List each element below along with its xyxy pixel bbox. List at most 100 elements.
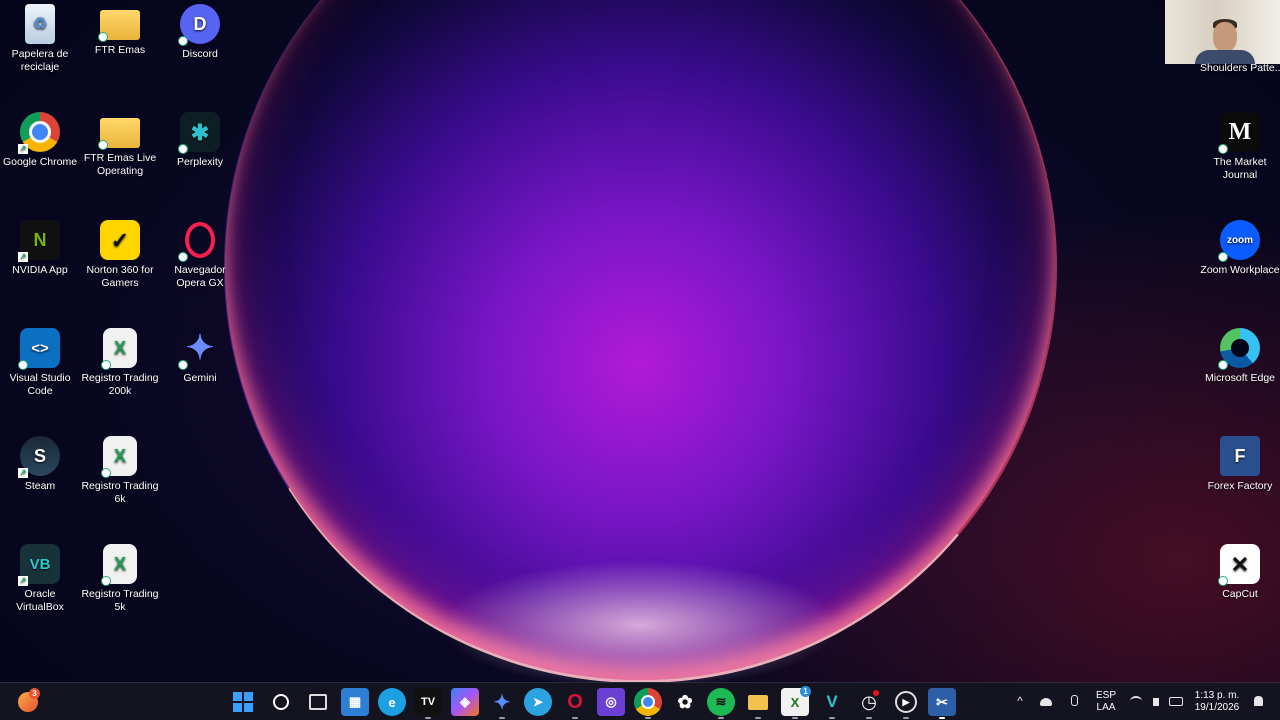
keyboard-layout: LAA <box>1096 702 1116 713</box>
spotify-glyph: ≋ <box>715 694 727 709</box>
desktop-icon-label: Perplexity <box>176 156 224 168</box>
tradingview-icon[interactable]: TV <box>414 688 442 719</box>
desktop-icon-ftr-emas[interactable]: FTR Emas <box>80 4 160 57</box>
search-icon <box>273 694 289 710</box>
notifications-bell-icon[interactable] <box>1250 694 1266 709</box>
desktop-icon-label: Gemini <box>183 372 217 384</box>
recycle-bin-icon: ♻ <box>25 4 55 44</box>
taskbar-excel-icon[interactable]: X 1 <box>781 686 811 719</box>
telegram-glyph: ➤ <box>532 695 544 709</box>
show-hidden-icons-chevron[interactable]: ^ <box>1012 694 1028 708</box>
language-code: ESP <box>1095 690 1116 701</box>
desktop-icon-registro-trading-6k[interactable]: X Registro Trading 6k <box>80 436 160 506</box>
windows-start-button[interactable] <box>229 688 257 716</box>
task-view-button[interactable] <box>304 688 332 716</box>
nvidia-icon: N ↗ <box>18 220 60 262</box>
tradingview-glyph: TV <box>420 696 436 708</box>
excel-file-icon: X <box>101 436 137 478</box>
copilot-glyph: ◈ <box>460 694 470 709</box>
gemini-icon: ✦ <box>178 328 220 370</box>
forex-factory-icon: F <box>1220 436 1260 476</box>
vscode-icon: <> <box>18 328 60 370</box>
desktop-icon-label: Visual Studio Code <box>9 372 71 397</box>
clock-app-icon[interactable]: ◷ <box>855 688 883 719</box>
desktop-icon-perplexity[interactable]: ✱ Perplexity <box>160 112 240 169</box>
desktop-icon-ftr-emas-live-operating[interactable]: FTR Emas Live Operating <box>80 112 160 178</box>
desktop-icon-the-market-journal[interactable]: M The Market Journal <box>1200 112 1280 182</box>
desktop-icon-label: Zoom Workplace <box>1200 264 1280 276</box>
capcut-icon: ✕ <box>1218 544 1260 586</box>
desktop-icon-visual-studio-code[interactable]: <> Visual Studio Code <box>0 328 80 398</box>
snipping-tool-icon[interactable]: ✂ <box>928 688 956 719</box>
volume-icon[interactable] <box>1148 694 1164 709</box>
battery-icon[interactable] <box>1168 694 1184 709</box>
desktop-icon-label: Navegador Opera GX <box>174 264 226 289</box>
folder-glyph <box>748 694 768 710</box>
taskbar-chrome-icon[interactable] <box>634 688 662 719</box>
desktop-icon-label: Discord <box>182 48 218 60</box>
desktop-icon-label: The Market Journal <box>1213 156 1267 181</box>
folder-icon <box>98 118 140 150</box>
desktop-icon-forex-factory[interactable]: F Forex Factory <box>1200 436 1280 493</box>
taskbar-gemini-icon[interactable]: ✦ <box>488 688 516 719</box>
edge-icon <box>1218 328 1260 370</box>
play-glyph: ▶ <box>902 696 910 707</box>
media-player-icon[interactable]: ▶ <box>892 688 920 719</box>
folder-icon <box>98 10 140 42</box>
desktop-icon-registro-trading-200k[interactable]: X Registro Trading 200k <box>80 328 160 398</box>
desktop-icon-discord[interactable]: D Discord <box>160 4 240 61</box>
telegram-icon[interactable]: ➤ <box>524 688 552 716</box>
desktop-icon-label: Registro Trading 5k <box>81 588 159 613</box>
desktop-icon-registro-trading-5k[interactable]: X Registro Trading 5k <box>80 544 160 614</box>
gemini-glyph: ✦ <box>493 691 511 714</box>
chatgpt-glyph: ✿ <box>677 691 693 712</box>
media-player-circle: ▶ <box>895 691 917 713</box>
spotify-icon[interactable]: ≋ <box>707 688 735 719</box>
wifi-icon[interactable] <box>1128 694 1144 709</box>
file-explorer-icon[interactable] <box>744 688 772 719</box>
desktop-icon-label: Forex Factory <box>1207 480 1273 492</box>
taskbar-opera-gx-icon[interactable]: O <box>561 688 589 719</box>
desktop-icon-opera-gx[interactable]: Navegador Opera GX <box>160 220 240 290</box>
microsoft-store-icon[interactable]: ▦ <box>341 688 369 716</box>
wallpaper-glow <box>440 560 840 682</box>
photo-app-icon[interactable]: ◎ <box>597 688 625 716</box>
desktop-icon-label: FTR Emas Live Operating <box>83 152 157 177</box>
taskbar-edge-icon[interactable]: e <box>378 688 406 716</box>
windows-start-icon <box>233 692 253 712</box>
desktop-icon-recycle-bin[interactable]: ♻ Papelera de reciclaje <box>0 4 80 74</box>
desktop-icon-microsoft-edge[interactable]: Microsoft Edge <box>1200 328 1280 385</box>
wifi-glyph <box>1130 696 1142 706</box>
task-view-icon <box>309 694 327 710</box>
desktop-icon-label: Microsoft Edge <box>1204 372 1276 384</box>
clock[interactable]: 1:13 p. m. 19/1/2026 <box>1192 690 1242 714</box>
desktop-icon-steam[interactable]: S ↗ Steam <box>0 436 80 493</box>
desktop-icon-zoom-workplace[interactable]: zoom Zoom Workplace <box>1200 220 1280 277</box>
input-language-indicator[interactable]: ESP LAA <box>1092 690 1120 714</box>
desktop-icon-google-chrome[interactable]: ↗ Google Chrome <box>0 112 80 169</box>
desktop-icon-label: CapCut <box>1222 588 1258 600</box>
copilot-icon[interactable]: ◈ <box>451 688 479 716</box>
microphone-icon[interactable] <box>1066 694 1082 709</box>
chatgpt-icon[interactable]: ✿ <box>671 688 699 716</box>
desktop-icon-nvidia-app[interactable]: N ↗ NVIDIA App <box>0 220 80 277</box>
desktop-icon-label: Steam <box>24 480 56 492</box>
edge-glyph: e <box>388 694 396 710</box>
clock-date: 19/1/2026 <box>1194 702 1240 713</box>
desktop-icon-capcut[interactable]: ✕ CapCut <box>1200 544 1280 601</box>
desktop-icon-norton-360[interactable]: ✓ Norton 360 for Gamers <box>80 220 160 290</box>
copilot-badge-icon[interactable]: 3 <box>14 688 42 716</box>
speaker-glyph <box>1153 698 1159 706</box>
snip-glyph: ✂ <box>936 693 948 710</box>
desktop-icon-gemini[interactable]: ✦ Gemini <box>160 328 240 385</box>
perplexity-icon: ✱ <box>178 112 220 154</box>
market-journal-icon: M <box>1218 112 1260 154</box>
vectr-icon[interactable]: V <box>818 688 846 719</box>
excel-glyph: X <box>790 694 800 710</box>
network-status-icon[interactable] <box>1038 694 1054 709</box>
store-glyph: ▦ <box>348 694 362 709</box>
search-button[interactable] <box>267 688 295 716</box>
vectr-glyph: V <box>826 692 838 711</box>
desktop-icon-oracle-virtualbox[interactable]: VB ↗ Oracle VirtualBox <box>0 544 80 614</box>
desktop-icon-label: FTR Emas <box>94 44 146 56</box>
